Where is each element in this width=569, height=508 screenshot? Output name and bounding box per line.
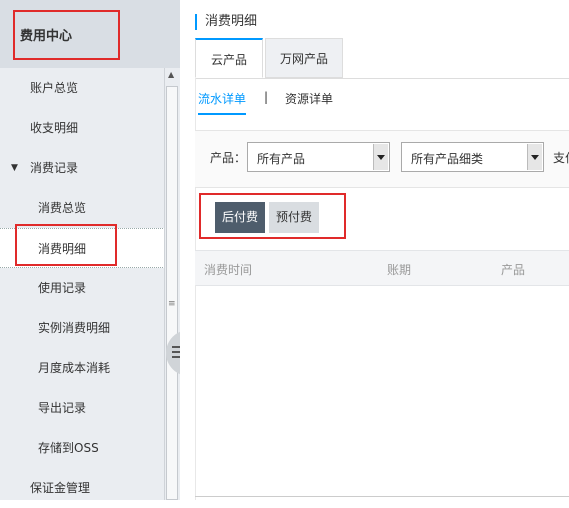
sidebar-item-label: 消费记录 [30, 161, 79, 175]
sidebar-item-income-expense[interactable]: 收支明细 [0, 108, 165, 148]
sidebar-item-label: 存储到OSS [38, 441, 99, 455]
subtab-separator: | [264, 90, 269, 104]
sidebar-item-deposit-management[interactable]: 保证金管理 [0, 468, 165, 508]
subtab-flow-details[interactable]: 流水详单 [198, 90, 247, 115]
dropdown-arrow-icon[interactable] [373, 144, 388, 170]
sidebar-item-label: 月度成本消耗 [38, 361, 111, 375]
sidebar-item-label: 收支明细 [30, 121, 79, 135]
postpaid-button[interactable]: 后付费 [215, 202, 265, 233]
caret-down-icon: ▼ [11, 163, 18, 173]
sidebar-item-save-to-oss[interactable]: 存储到OSS [0, 428, 165, 468]
subtab-resource-details[interactable]: 资源详单 [285, 90, 333, 107]
sidebar-item-label: 保证金管理 [30, 481, 91, 495]
sidebar-item-label: 实例消费明细 [38, 321, 111, 335]
table-body [195, 285, 569, 490]
sidebar-title: 费用中心 [20, 29, 73, 44]
filter-bar: 产品： 所有产品 所有产品细类 支付 [195, 130, 569, 188]
product-category-select[interactable]: 所有产品细类 [401, 142, 544, 172]
tab-wanwang-products[interactable]: 万网产品 [265, 38, 343, 78]
sidebar-item-label: 消费明细 [38, 242, 87, 256]
sidebar-item-consumption-overview[interactable]: 消费总览 [0, 188, 165, 228]
sidebar-item-label: 使用记录 [38, 281, 87, 295]
sidebar-item-consumption-details[interactable]: 消费明细 [0, 228, 165, 268]
column-header-billing-period[interactable]: 账期 [387, 261, 411, 278]
sidebar-item-label: 账户总览 [30, 81, 79, 95]
sidebar-item-consumption-records[interactable]: ▼ 消费记录 [0, 148, 165, 188]
product-filter-label: 产品： [210, 151, 247, 165]
scrollbar-thumb[interactable]: ≡ [166, 86, 178, 500]
scroll-up-arrow-icon[interactable]: ▲ [168, 70, 174, 79]
sidebar-item-label: 导出记录 [38, 401, 87, 415]
table-header: 消费时间 账期 产品 [195, 250, 569, 286]
sidebar-item-instance-consumption[interactable]: 实例消费明细 [0, 308, 165, 348]
column-header-consume-time[interactable]: 消费时间 [204, 261, 252, 278]
page-title: 消费明细 [195, 14, 257, 30]
product-select-value: 所有产品 [257, 152, 306, 166]
main-content: 消费明细 云产品 万网产品 流水详单 | 资源详单 产品： 所有产品 所有产品细… [180, 0, 569, 500]
payment-filter-label: 支付 [553, 151, 569, 165]
sidebar-header: 费用中心 [0, 0, 180, 68]
tab-cloud-products[interactable]: 云产品 [195, 38, 263, 78]
prepaid-button[interactable]: 预付费 [269, 202, 319, 233]
grip-icon: ≡ [168, 299, 176, 309]
sidebar-item-monthly-cost[interactable]: 月度成本消耗 [0, 348, 165, 388]
product-category-value: 所有产品细类 [411, 152, 484, 166]
sidebar-scrollbar[interactable]: ▲ ≡ [164, 68, 180, 500]
product-tabs: 云产品 万网产品 [195, 38, 569, 79]
sidebar-item-usage-records[interactable]: 使用记录 [0, 268, 165, 308]
dropdown-arrow-icon[interactable] [527, 144, 542, 170]
product-select[interactable]: 所有产品 [247, 142, 390, 172]
sidebar-item-export-records[interactable]: 导出记录 [0, 388, 165, 428]
divider [195, 496, 569, 497]
column-header-product[interactable]: 产品 [501, 261, 525, 278]
sidebar-item-account-overview[interactable]: 账户总览 [0, 68, 165, 108]
sidebar-item-label: 消费总览 [38, 201, 87, 215]
sidebar: 费用中心 账户总览 收支明细 ▼ 消费记录 消费总览 消费明细 使用记录 实例消… [0, 0, 180, 500]
